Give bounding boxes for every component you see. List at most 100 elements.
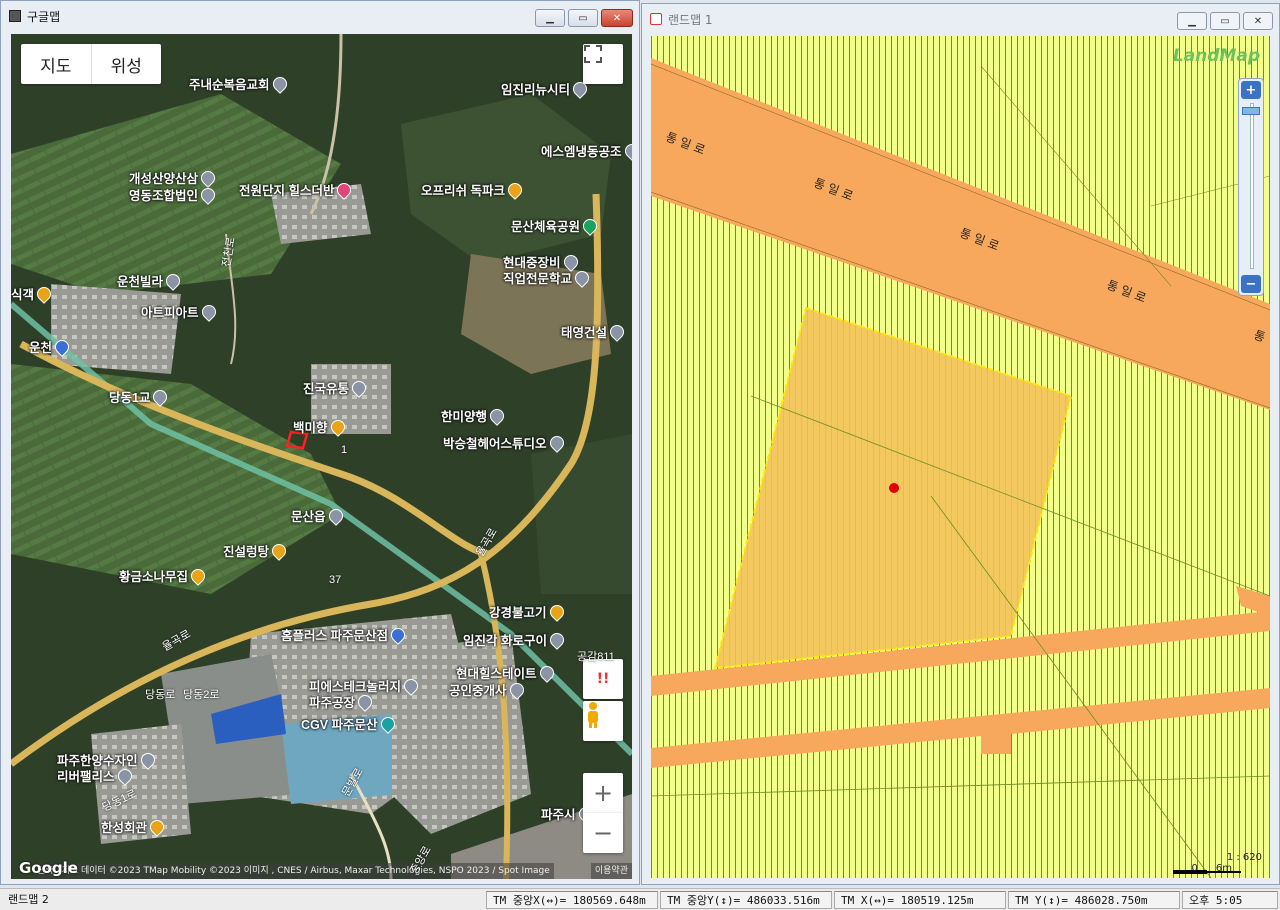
google-map-window: 구글맵 ▁ ▭ ✕ 주내순복음교회 임진리뉴시티 에스엠냉동공조 개성산양산삼 … [0,0,640,885]
road-name-label: 1 [341,444,348,456]
place-label[interactable]: 주내순복음교회 [189,73,290,94]
place-label[interactable]: 직업전문학교 [503,267,592,288]
minimize-icon: ▁ [1188,15,1196,27]
place-label[interactable]: 아트피아트 [141,301,219,322]
place-name: 당동1교 [109,391,151,405]
place-label[interactable]: 백미향 [293,416,348,437]
place-name: 오프리쉬 독파크 [421,184,505,198]
place-pin-icon [327,416,348,437]
minimize-button[interactable]: ▁ [535,9,565,27]
place-label[interactable]: 문산체육공원 [511,215,600,236]
place-label[interactable]: 파주공장 [309,691,375,712]
place-name: 문산체육공원 [511,220,581,234]
zoom-knob[interactable] [1242,107,1260,115]
place-label[interactable]: 임진각 화로구이 [463,629,567,650]
streetview-button[interactable] [583,701,623,741]
map-type-toggle: 지도 위성 [21,44,161,84]
place-name: 공인중개사 [449,684,507,698]
place-name: 진국유통 [303,382,350,396]
landmap-logo: LandMap [1172,46,1260,66]
place-name: 박승철헤어스튜디오 [443,437,547,451]
place-label[interactable]: 강경불고기 [489,601,567,622]
place-pin-icon [188,565,208,586]
road-name-label: 37 [329,574,342,586]
place-name: 식객 [11,288,35,302]
google-logo: Google [19,859,78,877]
place-label[interactable]: 박승철헤어스튜디오 [443,432,567,453]
place-label[interactable]: 리버팰리스 [57,765,135,786]
place-pin-icon [325,505,346,526]
place-label[interactable]: 한성회관 [101,816,167,837]
zoom-slider[interactable]: + − [1238,78,1264,296]
road-name-label: 당동로 [145,689,176,701]
place-label[interactable]: 에스엠냉동공조 [541,140,632,161]
place-label[interactable]: 당동1교 [109,386,171,407]
place-label[interactable]: 영동조합법인 [129,184,218,205]
maximize-button[interactable]: ▭ [568,9,598,27]
place-pin-icon [572,267,592,288]
place-name: 직업전문학교 [503,272,573,286]
place-name: 아트피아트 [141,306,199,320]
cadastral-drawing: 통 일 로 통 일 로 통 일 로 통 일 로 통 [651,36,1270,878]
zoom-track[interactable] [1250,103,1254,269]
place-label[interactable]: 전원단지 힐스더반 [239,179,355,200]
place-label[interactable]: 운천빌라 [117,270,183,291]
zoom-in-button[interactable]: + [583,773,623,813]
place-name: 운천 [29,341,53,355]
place-name: 임진각 화로구이 [463,634,547,648]
place-label[interactable]: 운천 [29,336,72,357]
minimize-button[interactable]: ▁ [1177,12,1207,30]
terms-link[interactable]: 이용약관 [590,863,632,879]
place-name: 전원단지 힐스더반 [239,184,335,198]
place-name: 한미양행 [441,410,488,424]
place-name: 진설렁탕 [223,545,270,559]
place-label[interactable]: 홈플러스 파주문산점 [281,624,408,645]
zoom-out-button[interactable]: − [583,813,623,853]
place-label[interactable]: 진설렁탕 [223,540,289,561]
scale-zero: 0 [1191,863,1198,874]
place-label[interactable]: 공인중개사 [449,679,527,700]
place-pin-icon [401,675,421,696]
place-name: 홈플러스 파주문산점 [281,629,388,643]
zoom-in-icon[interactable]: + [1241,81,1261,99]
place-label[interactable]: 황금소나무집 [119,565,208,586]
attribution-text: 지도 데이터 ©2023 TMap Mobility ©2023 이미지 , C… [57,863,554,879]
zoom-out-icon: − [592,819,614,847]
pegman-icon [588,702,598,728]
place-pin-icon [269,540,289,561]
place-pin-icon [349,377,369,398]
place-label[interactable]: 진국유통 [303,377,369,398]
fullscreen-button[interactable] [583,44,623,84]
close-button[interactable]: ✕ [1243,12,1273,30]
place-pin-icon [147,816,167,837]
warning-label: !! [596,671,610,687]
place-name: 운천빌라 [117,275,164,289]
place-pin-icon [198,301,219,322]
satellite-map[interactable]: 주내순복음교회 임진리뉴시티 에스엠냉동공조 개성산양산삼 영동조합법인 전원단지 힐스더… [11,34,632,879]
map-attribution: 단축 지도 데이터 ©2023 TMap Mobility ©2023 이미지 … [11,863,632,879]
maximize-button[interactable]: ▭ [1210,12,1240,30]
window-title: 랜드맵 1 [668,12,713,27]
satellite-view-button[interactable]: 위성 [92,44,162,84]
place-label[interactable]: 문산읍 [291,505,346,526]
minimize-icon: ▁ [546,12,554,24]
place-label[interactable]: 임진리뉴시티 [501,78,590,99]
place-name: CGV 파주문산 [301,718,378,732]
place-pin-icon [34,283,54,304]
place-label[interactable]: 한미양행 [441,405,507,426]
place-label[interactable]: 오프리쉬 독파크 [421,179,525,200]
close-icon: ✕ [612,12,622,24]
place-name: 파주시 [541,808,576,822]
place-label[interactable]: CGV 파주문산 [301,713,398,734]
cadastral-map[interactable]: 통 일 로 통 일 로 통 일 로 통 일 로 통 LandMap + − 1 … [651,36,1270,878]
place-label[interactable]: 식객 [11,283,54,304]
place-name: 에스엠냉동공조 [541,145,622,159]
map-view-button[interactable]: 지도 [21,44,92,84]
place-name: 황금소나무집 [119,570,189,584]
warning-button[interactable]: !! [583,659,623,699]
close-button[interactable]: ✕ [601,9,633,27]
place-pin-icon [114,765,135,786]
zoom-out-icon[interactable]: − [1241,275,1261,293]
place-name: 강경불고기 [489,606,547,620]
place-label[interactable]: 태영건설 [561,321,627,342]
